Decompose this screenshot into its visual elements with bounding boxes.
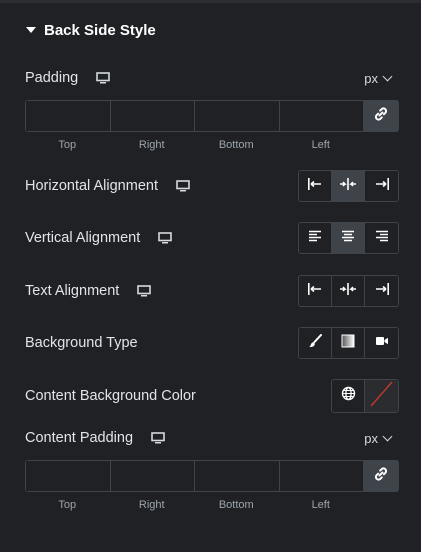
padding-top-input[interactable] — [26, 101, 111, 131]
v-align-left-button[interactable] — [299, 223, 332, 253]
padding-bottom-input[interactable] — [195, 101, 280, 131]
content-padding-top-input[interactable] — [26, 461, 111, 491]
background-type-label: Background Type — [25, 335, 138, 351]
brush-icon — [308, 333, 322, 353]
text-alignment-group — [298, 275, 399, 307]
padding-unit-value: px — [364, 71, 378, 86]
content-bg-color-row: Content Background Color — [25, 388, 196, 404]
content-padding-right-input[interactable] — [110, 461, 195, 491]
v-align-center-button[interactable] — [332, 223, 365, 253]
sublabel-bottom: Bottom — [218, 139, 254, 151]
caret-down-icon — [26, 27, 36, 33]
align-right-icon — [374, 282, 390, 301]
chevron-down-icon — [382, 71, 393, 82]
text-left-icon — [308, 229, 322, 247]
content-padding-row: Content Padding — [25, 430, 165, 446]
align-left-icon — [307, 177, 323, 196]
background-type-row: Background Type — [25, 335, 138, 351]
sublabel-left: Left — [311, 499, 330, 511]
section-title: Back Side Style — [44, 21, 156, 39]
v-align-right-button[interactable] — [365, 223, 398, 253]
align-center-icon — [339, 282, 357, 301]
background-type-group — [298, 327, 399, 359]
t-align-center-button[interactable] — [332, 276, 365, 306]
sublabel-left: Left — [311, 139, 330, 151]
vertical-alignment-row: Vertical Alignment — [25, 230, 173, 246]
padding-right-input[interactable] — [110, 101, 195, 131]
t-align-left-button[interactable] — [299, 276, 332, 306]
align-left-icon — [307, 282, 323, 301]
gradient-icon — [341, 334, 355, 353]
panel-top-border — [0, 0, 421, 3]
link-icon — [373, 106, 389, 127]
align-center-icon — [339, 177, 357, 196]
vertical-alignment-group — [298, 222, 399, 254]
content-padding-sublabels: Top Right Bottom Left — [25, 499, 363, 511]
content-padding-unit-value: px — [364, 431, 378, 446]
video-icon — [375, 334, 389, 352]
desktop-icon[interactable] — [137, 285, 152, 297]
content-padding-label: Content Padding — [25, 430, 134, 446]
desktop-icon[interactable] — [176, 180, 190, 192]
color-swatch-button[interactable] — [365, 380, 398, 412]
padding-inputs — [25, 100, 399, 132]
content-padding-left-input[interactable] — [279, 461, 364, 491]
desktop-icon[interactable] — [96, 72, 111, 84]
h-align-right-button[interactable] — [365, 171, 398, 201]
text-center-icon — [341, 229, 355, 247]
h-align-left-button[interactable] — [299, 171, 332, 201]
sublabel-top: Top — [58, 499, 77, 511]
content-padding-unit-select[interactable]: px — [364, 431, 393, 446]
padding-label: Padding — [25, 70, 79, 86]
h-align-center-button[interactable] — [332, 171, 365, 201]
sublabel-right: Right — [138, 139, 165, 151]
bg-classic-button[interactable] — [299, 328, 332, 358]
content-padding-bottom-input[interactable] — [195, 461, 280, 491]
link-icon — [373, 466, 389, 487]
padding-label-row: Padding — [25, 70, 111, 86]
content-bg-color-label: Content Background Color — [25, 388, 196, 404]
section-header-back-side-style[interactable]: Back Side Style — [26, 19, 156, 41]
desktop-icon[interactable] — [158, 232, 173, 244]
no-color-slash-icon — [365, 380, 398, 412]
vertical-alignment-label: Vertical Alignment — [25, 230, 141, 246]
horizontal-alignment-group — [298, 170, 399, 202]
desktop-icon[interactable] — [151, 432, 165, 444]
global-colors-button[interactable] — [332, 380, 365, 412]
bg-video-button[interactable] — [365, 328, 398, 358]
chevron-down-icon — [382, 431, 393, 442]
sublabel-top: Top — [58, 139, 77, 151]
padding-link-button[interactable] — [364, 101, 398, 131]
padding-sublabels: Top Right Bottom Left — [25, 139, 363, 151]
text-alignment-label: Text Alignment — [25, 283, 120, 299]
t-align-right-button[interactable] — [365, 276, 398, 306]
content-bg-color-control — [331, 379, 399, 413]
content-padding-link-button[interactable] — [364, 461, 398, 491]
sublabel-right: Right — [138, 499, 165, 511]
bg-gradient-button[interactable] — [332, 328, 365, 358]
padding-unit-select[interactable]: px — [364, 71, 393, 86]
horizontal-alignment-label: Horizontal Alignment — [25, 178, 158, 194]
text-right-icon — [375, 229, 389, 247]
sublabel-bottom: Bottom — [218, 499, 254, 511]
text-alignment-row: Text Alignment — [25, 283, 152, 299]
padding-left-input[interactable] — [279, 101, 364, 131]
align-right-icon — [374, 177, 390, 196]
horizontal-alignment-row: Horizontal Alignment — [25, 178, 190, 194]
globe-icon — [341, 386, 356, 406]
content-padding-inputs — [25, 460, 399, 492]
